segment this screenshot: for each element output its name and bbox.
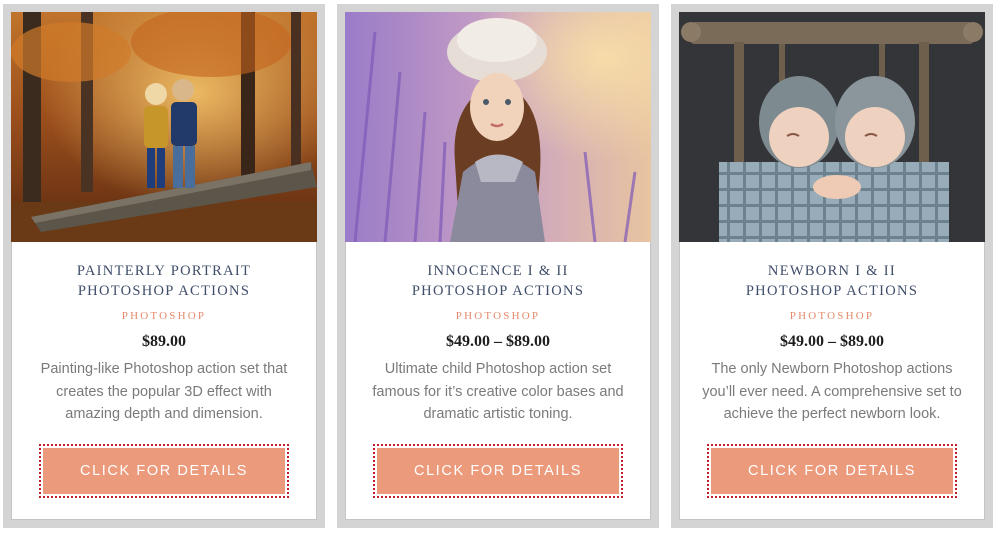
- click-for-details-button[interactable]: Click for details: [39, 444, 289, 498]
- product-title-line2[interactable]: Photoshop Actions: [11, 281, 317, 301]
- product-title-line1[interactable]: Painterly Portrait: [11, 261, 317, 281]
- product-title[interactable]: Newborn I & II Photoshop Actions: [679, 261, 985, 301]
- product-category[interactable]: Photoshop: [679, 310, 985, 322]
- button-label: Click for details: [377, 448, 619, 494]
- product-price: $49.00 – $89.00: [446, 333, 550, 350]
- product-photo-autumn-children[interactable]: [11, 12, 317, 242]
- product-description: Painting-like Photoshop action set that …: [40, 361, 288, 422]
- product-photo-girl-lavender[interactable]: [345, 12, 651, 242]
- product-title[interactable]: Innocence I & II Photoshop Actions: [345, 261, 651, 301]
- product-price: $49.00 – $89.00: [780, 333, 884, 350]
- product-price: $89.00: [142, 333, 186, 350]
- product-category[interactable]: Photoshop: [345, 310, 651, 322]
- click-for-details-button[interactable]: Click for details: [707, 444, 957, 498]
- product-title-line1[interactable]: Innocence I & II: [345, 261, 651, 281]
- button-label: Click for details: [43, 448, 285, 494]
- product-title-line1[interactable]: Newborn I & II: [679, 261, 985, 281]
- product-category[interactable]: Photoshop: [11, 310, 317, 322]
- product-description: Ultimate child Photoshop action set famo…: [372, 361, 624, 422]
- product-title[interactable]: Painterly Portrait Photoshop Actions: [11, 261, 317, 301]
- product-card: Newborn I & II Photoshop Actions Photosh…: [671, 4, 993, 528]
- product-card: Painterly Portrait Photoshop Actions Pho…: [3, 4, 325, 528]
- button-label: Click for details: [711, 448, 953, 494]
- product-title-line2[interactable]: Photoshop Actions: [345, 281, 651, 301]
- click-for-details-button[interactable]: Click for details: [373, 444, 623, 498]
- product-photo-newborn-twins[interactable]: [679, 12, 985, 242]
- product-grid: Painterly Portrait Photoshop Actions Pho…: [0, 0, 1000, 535]
- product-card: Innocence I & II Photoshop Actions Photo…: [337, 4, 659, 528]
- product-description: The only Newborn Photoshop actions you’l…: [702, 361, 962, 422]
- product-title-line2[interactable]: Photoshop Actions: [679, 281, 985, 301]
